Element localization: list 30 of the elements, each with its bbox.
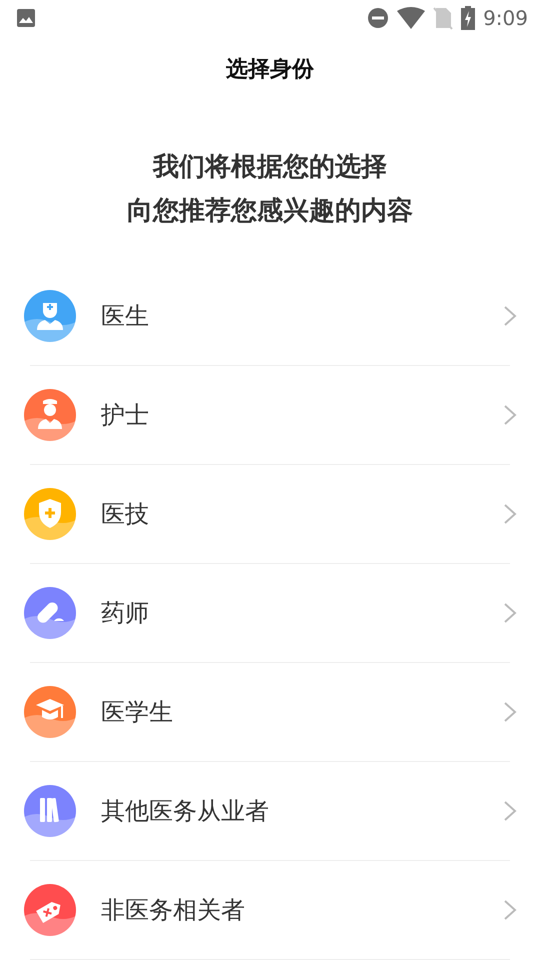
item-label: 医学生 [101,697,174,728]
chevron-right-icon [502,800,518,822]
subtitle-text: 向您推荐您感兴趣的内容 [126,195,414,228]
no-sim-icon [433,6,454,30]
image-icon [16,8,36,28]
battery-charging-icon [461,6,476,30]
item-label: 其他医务从业者 [101,796,270,827]
item-label: 医技 [101,499,150,530]
list-item[interactable]: 护士 [24,366,518,464]
chevron-right-icon [502,899,518,921]
list-item[interactable]: 医技 [24,465,518,563]
subtitle-text: 我们将根据您的选择 [152,151,388,184]
item-label: 药师 [101,598,150,629]
list-item[interactable]: 非医务相关者 [24,861,518,959]
list-item[interactable]: 药师 [24,564,518,662]
chevron-right-icon [502,701,518,723]
chevron-right-icon [502,305,518,327]
chevron-right-icon [502,602,518,624]
time-text: 9:09 [483,5,528,32]
chevron-right-icon [502,503,518,525]
do-not-disturb-icon [367,7,390,29]
wifi-icon [397,7,426,29]
item-label: 非医务相关者 [101,895,246,926]
chevron-right-icon [502,404,518,426]
list-item[interactable]: 医生 [24,267,518,365]
item-label: 护士 [101,400,150,431]
list-item[interactable]: 医学生 [24,663,518,761]
item-label: 医生 [101,301,150,332]
list-item[interactable]: 其他医务从业者 [24,762,518,860]
page-title: 选择身份 [225,56,315,84]
